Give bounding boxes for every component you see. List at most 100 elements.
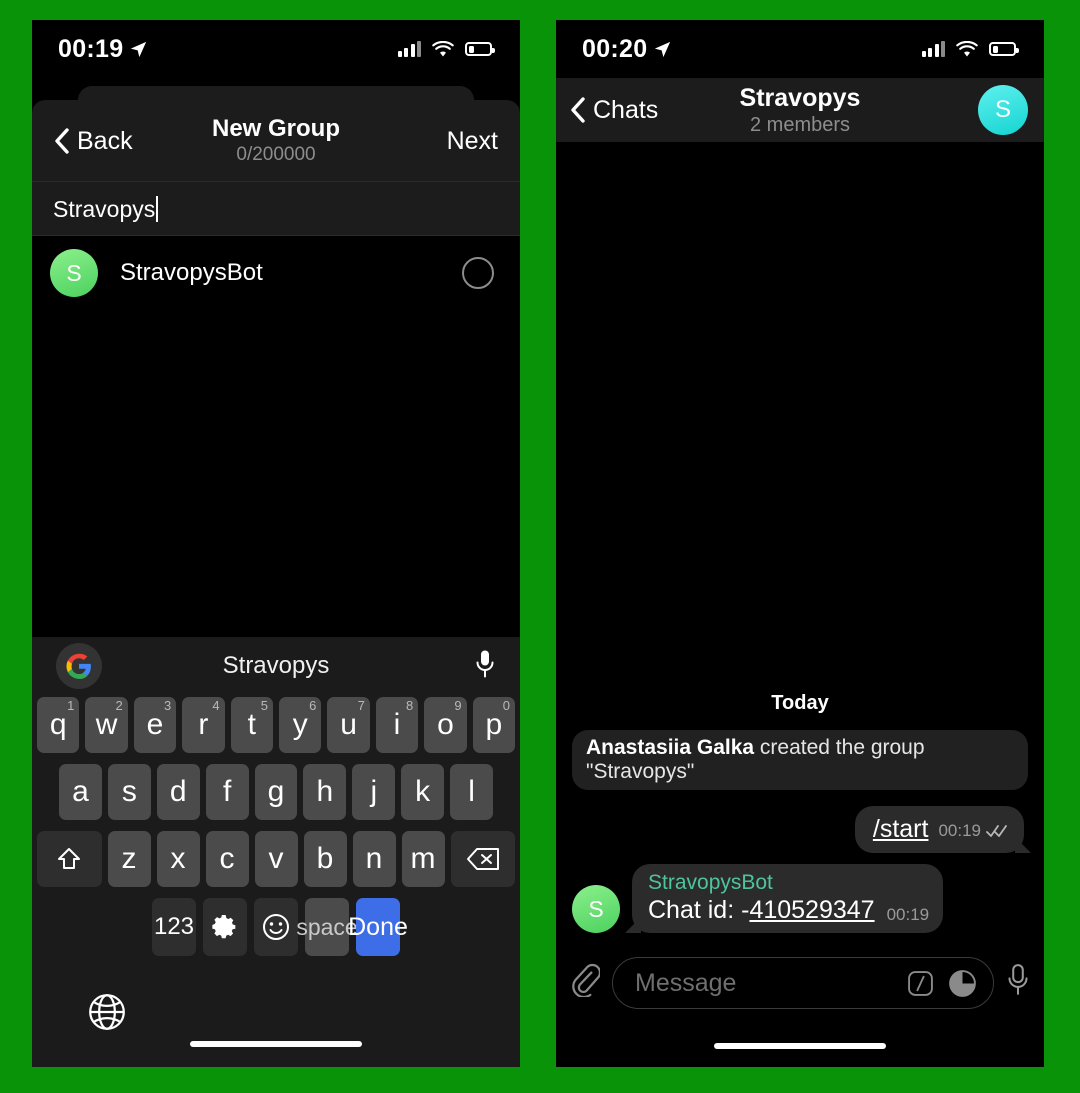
- message-time: 00:19: [938, 821, 981, 840]
- select-contact-checkbox[interactable]: [462, 257, 494, 289]
- avatar: S: [978, 85, 1028, 135]
- avatar[interactable]: S: [572, 885, 620, 933]
- key-m[interactable]: m: [401, 831, 445, 887]
- key-o[interactable]: 9o: [424, 697, 467, 753]
- screenshot-stage: 00:19 Back New Group 0/200000 Next Strav…: [0, 0, 1080, 1093]
- text-cursor: [156, 196, 159, 222]
- keyboard-rows: 1q 2w 3e 4r 5t 6y 7u 8i 9o 0p a s d f g …: [32, 695, 520, 975]
- key-c[interactable]: c: [205, 831, 249, 887]
- avatar: S: [50, 249, 98, 297]
- search-input[interactable]: Stravopys: [32, 182, 520, 236]
- key-w[interactable]: 2w: [85, 697, 128, 753]
- sticker-icon: [949, 969, 976, 997]
- back-button-label: Back: [77, 126, 133, 155]
- left-phone-screen: 00:19 Back New Group 0/200000 Next Strav…: [32, 20, 520, 1067]
- key-y[interactable]: 6y: [279, 697, 322, 753]
- keyboard-row-1: 1q 2w 3e 4r 5t 6y 7u 8i 9o 0p: [36, 697, 516, 753]
- message-input[interactable]: Message: [612, 957, 994, 1009]
- back-button-label: Chats: [593, 95, 659, 124]
- new-group-navbar: Back New Group 0/200000 Next: [32, 100, 520, 182]
- globe-key[interactable]: [88, 993, 126, 1036]
- backspace-key[interactable]: [450, 831, 515, 887]
- key-r[interactable]: 4r: [182, 697, 225, 753]
- key-j[interactable]: j: [352, 764, 396, 820]
- message-list: Today Anastasiia Galka created the group…: [556, 692, 1044, 933]
- key-label: o: [437, 708, 454, 741]
- key-x[interactable]: x: [156, 831, 200, 887]
- key-hint: 5: [260, 698, 268, 713]
- shift-key[interactable]: [37, 831, 102, 887]
- service-message-row: Anastasiia Galka created the group "Stra…: [572, 730, 1028, 790]
- key-a[interactable]: a: [59, 764, 102, 820]
- key-n[interactable]: n: [352, 831, 396, 887]
- numbers-key[interactable]: 123: [152, 898, 196, 956]
- microphone-icon: [1008, 964, 1028, 995]
- key-hint: 1: [67, 698, 75, 713]
- key-k[interactable]: k: [401, 764, 445, 820]
- key-hint: 3: [163, 698, 172, 713]
- sticker-button[interactable]: [948, 969, 977, 998]
- message-text-prefix: Chat id: -: [648, 896, 750, 924]
- key-s[interactable]: s: [107, 764, 151, 820]
- chat-id-value[interactable]: 410529347: [749, 896, 874, 924]
- list-item[interactable]: S StravopysBot: [32, 236, 520, 310]
- key-z[interactable]: z: [107, 831, 151, 887]
- back-button[interactable]: Back: [54, 127, 133, 156]
- key-hint: 4: [212, 698, 220, 713]
- google-g-icon[interactable]: [56, 643, 102, 689]
- key-p[interactable]: 0p: [472, 697, 516, 753]
- key-hint: 8: [405, 698, 414, 713]
- home-indicator[interactable]: [714, 1043, 886, 1049]
- smiley-icon: [263, 914, 289, 940]
- keyboard-settings-key[interactable]: [203, 898, 247, 956]
- key-label: p: [485, 708, 503, 741]
- key-u[interactable]: 7u: [327, 697, 370, 753]
- message-bubble-incoming[interactable]: StravopysBot Chat id: -410529347 00:19: [632, 864, 944, 933]
- day-separator: Today: [771, 692, 829, 714]
- emoji-key[interactable]: [254, 898, 298, 956]
- next-button[interactable]: Next: [447, 127, 498, 156]
- right-phone-screen: 00:20 Chats Stravopys 2 members S Today …: [556, 20, 1044, 1067]
- keyboard-suggestion[interactable]: Stravopys: [32, 652, 520, 680]
- space-key[interactable]: space: [296, 898, 358, 956]
- microphone-icon[interactable]: [474, 649, 496, 684]
- message-bubble-outgoing[interactable]: /start 00:19: [854, 806, 1024, 853]
- chat-avatar-button[interactable]: S: [978, 85, 1028, 135]
- slash-command-icon: [908, 970, 933, 996]
- key-v[interactable]: v: [254, 831, 298, 887]
- keyboard-suggestion-bar: Stravopys: [32, 637, 520, 695]
- command-button[interactable]: [907, 970, 934, 997]
- chat-navbar: Chats Stravopys 2 members S: [556, 78, 1044, 142]
- gear-icon: [212, 915, 236, 939]
- keyboard-row-3: z x c v b n m: [37, 831, 515, 887]
- done-key[interactable]: Done: [348, 898, 408, 956]
- key-h[interactable]: h: [303, 764, 347, 820]
- key-i[interactable]: 8i: [375, 697, 419, 753]
- key-l[interactable]: l: [450, 764, 494, 820]
- message-composer: Message: [556, 943, 1044, 1067]
- back-to-chats-button[interactable]: Chats: [570, 96, 658, 125]
- home-indicator[interactable]: [190, 1041, 362, 1047]
- key-hint: 9: [454, 698, 462, 713]
- location-arrow-icon: [655, 41, 671, 57]
- key-t[interactable]: 5t: [230, 697, 273, 753]
- key-label: t: [247, 708, 256, 741]
- key-label: r: [198, 708, 209, 741]
- shift-arrow-icon: [58, 848, 81, 869]
- chat-message-area: Today Anastasiia Galka created the group…: [556, 142, 1044, 943]
- key-q[interactable]: 1q: [36, 697, 80, 753]
- key-b[interactable]: b: [303, 831, 347, 887]
- key-f[interactable]: f: [205, 764, 249, 820]
- attach-button[interactable]: [570, 957, 602, 1002]
- status-bar-right: 00:20: [556, 20, 1044, 78]
- key-label: i: [393, 708, 401, 741]
- keyboard-row-4: 123 space Done: [37, 898, 515, 956]
- voice-record-button[interactable]: [1006, 957, 1030, 1002]
- key-e[interactable]: 3e: [133, 697, 177, 753]
- key-g[interactable]: g: [254, 764, 298, 820]
- key-label: u: [340, 708, 357, 741]
- key-d[interactable]: d: [156, 764, 200, 820]
- message-body-line: Chat id: -410529347 00:19: [648, 896, 929, 925]
- globe-icon: [89, 994, 125, 1030]
- service-message: Anastasiia Galka created the group "Stra…: [572, 730, 1028, 790]
